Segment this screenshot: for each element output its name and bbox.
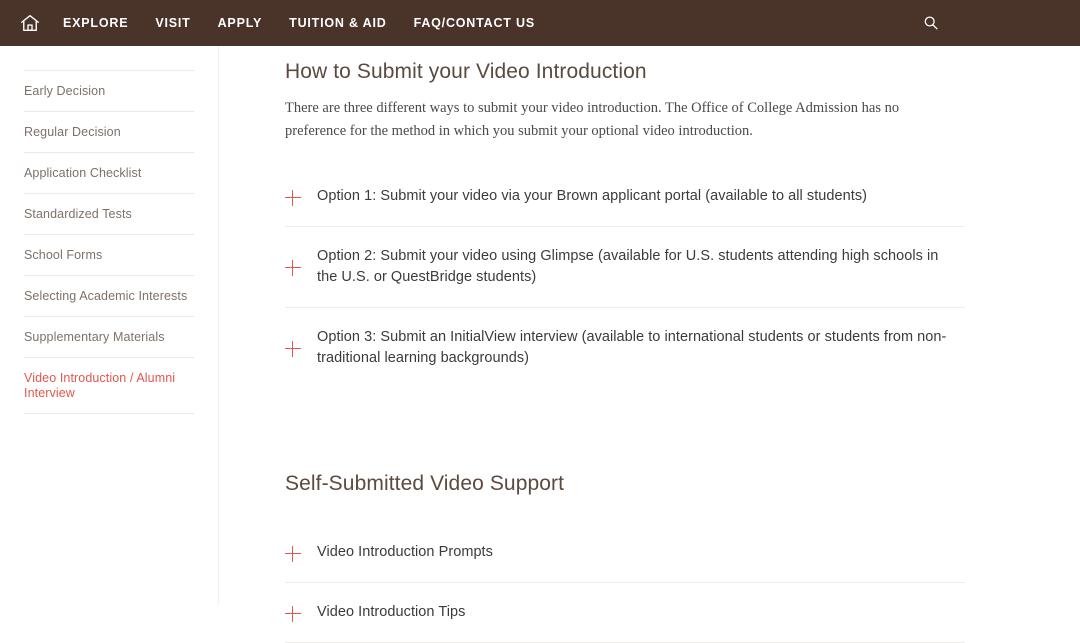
page-title: How to Submit your Video Introduction xyxy=(285,60,647,83)
accordion-option-1[interactable]: Option 1: Submit your video via your Bro… xyxy=(285,167,965,227)
nav-item-apply[interactable]: APPLY xyxy=(218,16,263,30)
nav-item-visit[interactable]: VISIT xyxy=(155,16,190,30)
support-section-title: Self-Submitted Video Support xyxy=(285,472,565,495)
intro-paragraph: There are three different ways to submit… xyxy=(285,100,900,139)
plus-icon xyxy=(285,260,301,276)
accordion-option-3[interactable]: Option 3: Submit an InitialView intervie… xyxy=(285,308,965,388)
sidebar-item-school-forms[interactable]: School Forms xyxy=(24,235,194,276)
sidebar-list: Early Decision Regular Decision Applicat… xyxy=(24,70,194,414)
plus-icon xyxy=(285,189,301,206)
sidebar-item-standardized-tests[interactable]: Standardized Tests xyxy=(24,194,194,235)
sidebar-item-early-decision[interactable]: Early Decision xyxy=(24,71,194,112)
primary-nav: EXPLORE VISIT APPLY TUITION & AID FAQ/CO… xyxy=(63,16,535,30)
plus-icon xyxy=(285,545,301,562)
accordion-label: Option 2: Submit your video using Glimps… xyxy=(317,248,939,285)
accordion-label: Option 3: Submit an InitialView intervie… xyxy=(317,329,947,366)
accordion-video-introduction-prompts[interactable]: Video Introduction Prompts xyxy=(285,523,965,583)
plus-icon xyxy=(285,341,301,357)
home-icon[interactable] xyxy=(19,12,41,34)
plus-icon xyxy=(285,605,301,622)
accordion-option-2[interactable]: Option 2: Submit your video using Glimps… xyxy=(285,227,965,308)
search-icon[interactable] xyxy=(923,15,939,31)
accordion-label: Video Introduction Prompts xyxy=(317,544,493,560)
sidebar-item-supplementary-materials[interactable]: Supplementary Materials xyxy=(24,317,194,358)
support-accordion: Video Introduction Prompts Video Introdu… xyxy=(285,523,1080,643)
sidebar-item-video-introduction-alumni-interview[interactable]: Video Introduction / Alumni Interview xyxy=(24,358,194,414)
sidebar-navigation: Early Decision Regular Decision Applicat… xyxy=(0,46,219,605)
main-content: How to Submit your Video Introduction Th… xyxy=(219,46,1080,643)
sidebar-item-application-checklist[interactable]: Application Checklist xyxy=(24,153,194,194)
accordion-label: Option 1: Submit your video via your Bro… xyxy=(317,188,867,204)
sidebar-item-selecting-academic-interests[interactable]: Selecting Academic Interests xyxy=(24,276,194,317)
accordion-label: Video Introduction Tips xyxy=(317,604,466,620)
nav-item-explore[interactable]: EXPLORE xyxy=(63,16,128,30)
accordion-video-introduction-tips[interactable]: Video Introduction Tips xyxy=(285,583,965,643)
page-body: Early Decision Regular Decision Applicat… xyxy=(0,46,1080,643)
sidebar-item-regular-decision[interactable]: Regular Decision xyxy=(24,112,194,153)
top-navigation-bar: EXPLORE VISIT APPLY TUITION & AID FAQ/CO… xyxy=(0,0,1080,46)
nav-item-tuition-aid[interactable]: TUITION & AID xyxy=(289,16,386,30)
nav-item-faq-contact-us[interactable]: FAQ/CONTACT US xyxy=(414,16,535,30)
submission-options-accordion: Option 1: Submit your video via your Bro… xyxy=(285,167,1080,388)
